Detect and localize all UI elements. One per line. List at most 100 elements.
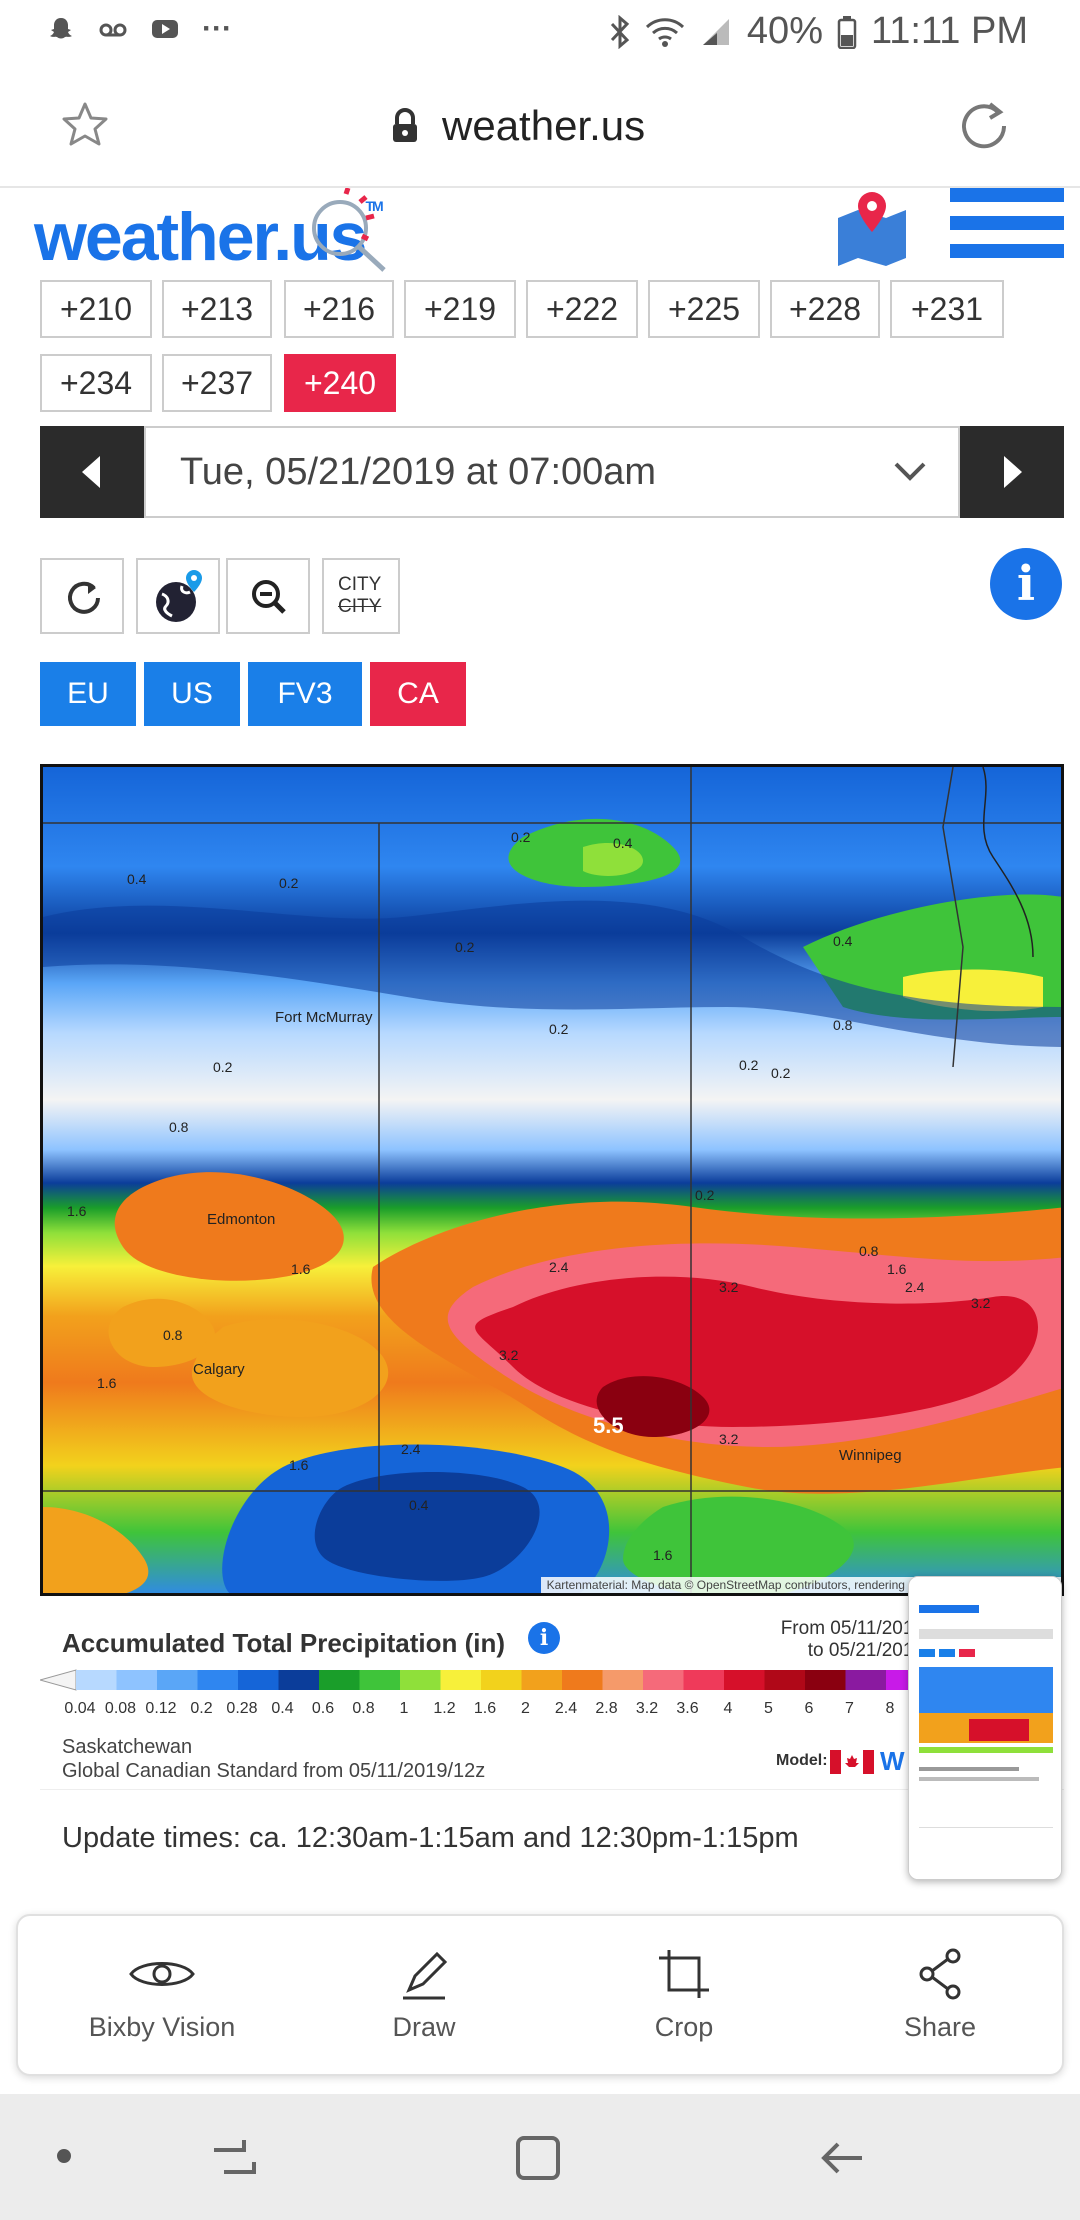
back-icon[interactable] <box>818 2134 866 2182</box>
hour-button[interactable]: +234 <box>40 354 152 412</box>
scale-label: 0.6 <box>311 1700 335 1717</box>
canada-flag-icon <box>830 1750 874 1774</box>
contour-label: 0.8 <box>163 1327 183 1343</box>
scale-label: 1.6 <box>473 1700 497 1717</box>
status-more: ··· <box>202 12 232 45</box>
hour-button[interactable]: +222 <box>526 280 638 338</box>
city-labels-toggle[interactable]: CITY CITY <box>322 558 400 634</box>
model-button-us[interactable]: US <box>144 662 240 726</box>
recent-apps-icon[interactable] <box>210 2134 258 2182</box>
hour-button[interactable]: +213 <box>162 280 272 338</box>
contour-label: 0.2 <box>549 1021 569 1037</box>
wifi-icon <box>645 17 684 47</box>
voicemail-icon <box>99 23 127 37</box>
next-time-button[interactable] <box>960 426 1064 518</box>
action-label: Share <box>903 2012 977 2042</box>
bixby-vision-button[interactable]: Bixby Vision <box>62 1946 262 2043</box>
contour-label: 0.2 <box>455 939 475 955</box>
pen-icon <box>403 1951 448 2000</box>
city-label: Winnipeg <box>839 1447 902 1464</box>
status-right: 40% 11:11 PM <box>609 10 1028 53</box>
scale-label: 2.8 <box>595 1700 618 1717</box>
hour-button[interactable]: +237 <box>162 354 272 412</box>
action-label: Crop <box>654 2012 714 2042</box>
date-time-select[interactable]: Tue, 05/21/2019 at 07:00am <box>144 426 960 518</box>
hour-button[interactable]: +210 <box>40 280 152 338</box>
date-navigation: Tue, 05/21/2019 at 07:00am <box>40 426 1064 518</box>
city-label: Fort McMurray <box>275 1009 373 1026</box>
contour-label: 0.8 <box>833 1017 853 1033</box>
refresh-button[interactable] <box>40 558 124 634</box>
contour-label: 0.4 <box>409 1497 429 1513</box>
city-label-struck: CITY <box>338 596 382 617</box>
contour-label: 0.2 <box>213 1059 233 1075</box>
scale-label: 3.2 <box>635 1700 659 1717</box>
legend-from-date: From 05/11/2019 <box>780 1618 924 1639</box>
menu-button[interactable] <box>950 188 1064 260</box>
scale-swatch <box>764 1670 805 1690</box>
brand-mark: W <box>880 1746 905 1776</box>
hour-button-active[interactable]: +240 <box>284 354 396 412</box>
arrow-left-icon <box>82 456 100 488</box>
share-button[interactable]: Share <box>840 1946 1040 2043</box>
menu-bar-bottom <box>950 244 1064 258</box>
model-button-fv3[interactable]: FV3 <box>248 662 362 726</box>
model-button-ca[interactable]: CA <box>370 662 466 726</box>
scale-swatch <box>481 1670 522 1690</box>
hour-button[interactable]: +228 <box>770 280 880 338</box>
previous-time-button[interactable] <box>40 426 144 518</box>
contour-label: 0.2 <box>771 1065 791 1081</box>
signal-icon <box>702 18 729 45</box>
scale-label: 7 <box>845 1700 854 1717</box>
scale-swatch <box>157 1670 198 1690</box>
scale-label: 2.4 <box>554 1700 578 1717</box>
update-times: Update times: ca. 12:30am-1:15am and 12:… <box>62 1822 799 1854</box>
legend-date-range: From 05/11/2019 to 05/21/2019 <box>781 1618 924 1662</box>
contour-label: 0.4 <box>613 835 633 851</box>
home-icon[interactable] <box>514 2134 562 2182</box>
scale-label: 0.12 <box>145 1700 177 1717</box>
url-text: weather.us <box>442 102 646 149</box>
hour-button[interactable]: +219 <box>404 280 516 338</box>
action-label: Bixby Vision <box>88 2012 236 2042</box>
contour-label: 1.6 <box>67 1203 87 1219</box>
crop-button[interactable]: Crop <box>584 1946 784 2043</box>
scale-label: 3.6 <box>676 1700 699 1717</box>
legend-info-button[interactable]: i <box>528 1622 560 1654</box>
legend-model-info: Global Canadian Standard from 05/11/2019… <box>62 1760 486 1782</box>
map-pin-icon[interactable] <box>836 188 908 266</box>
model-label: Model: <box>776 1752 828 1769</box>
contour-label: 0.2 <box>511 829 531 845</box>
reload-icon[interactable] <box>958 100 1010 152</box>
snapchat-icon <box>50 18 72 39</box>
contour-label: 0.4 <box>833 933 853 949</box>
contour-label: 0.8 <box>169 1119 189 1135</box>
scale-label: 0.8 <box>352 1700 375 1717</box>
info-button[interactable]: i <box>990 548 1062 620</box>
draw-button[interactable]: Draw <box>324 1946 524 2043</box>
screenshot-thumbnail[interactable] <box>908 1576 1062 1880</box>
scale-swatch <box>521 1670 562 1690</box>
precipitation-map[interactable]: Fort McMurray Edmonton Calgary Winnipeg … <box>40 764 1064 1596</box>
contour-label: 1.6 <box>97 1375 117 1391</box>
contour-label: 1.6 <box>289 1457 309 1473</box>
model-button-eu[interactable]: EU <box>40 662 136 726</box>
assistant-dot-icon[interactable] <box>54 2146 74 2166</box>
scale-swatch <box>643 1670 684 1690</box>
bookmark-star-icon[interactable] <box>60 100 110 150</box>
browser-url-bar: weather.us <box>0 62 1080 188</box>
location-globe-button[interactable] <box>136 558 220 634</box>
status-left: ··· <box>46 12 232 46</box>
hour-button[interactable]: +225 <box>648 280 760 338</box>
scale-swatch <box>238 1670 279 1690</box>
scale-label: 1.2 <box>433 1700 456 1717</box>
contour-label: 2.4 <box>401 1441 421 1457</box>
zoom-out-button[interactable] <box>226 558 310 634</box>
city-toggle-label: CITY CITY <box>338 574 381 618</box>
contour-label: 2.4 <box>549 1259 569 1275</box>
address-field[interactable]: weather.us <box>390 102 645 150</box>
hour-button[interactable]: +216 <box>284 280 394 338</box>
screenshot-action-sheet: Bixby Vision Draw Crop Share <box>16 1914 1064 2076</box>
hour-button[interactable]: +231 <box>890 280 1004 338</box>
contour-label: 0.2 <box>695 1187 715 1203</box>
